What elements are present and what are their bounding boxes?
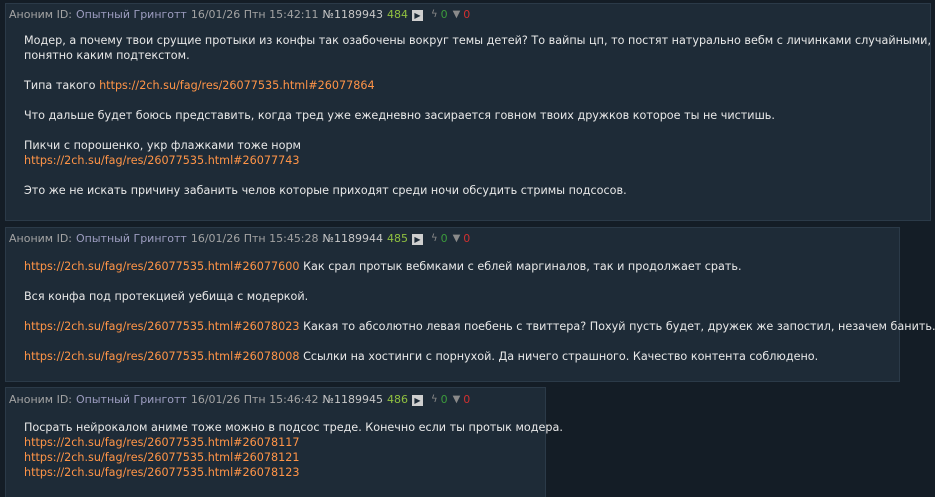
post-header: Аноним ID: Опытный Гринготт 16/01/26 Птн… (6, 232, 470, 246)
post-number[interactable]: №1189943 (323, 8, 383, 22)
lightning-icon[interactable]: ϟ (431, 8, 438, 22)
reply-count: 485 (386, 232, 408, 245)
play-icon[interactable]: ▶ (411, 9, 423, 21)
thumbs-down-icon[interactable]: ▼ (453, 8, 461, 22)
author-label: Аноним ID: (9, 393, 73, 406)
post-link[interactable]: https://2ch.su/fag/res/26077535.html#260… (24, 320, 300, 333)
post-text: понятно каким подтекстом. (24, 49, 190, 62)
post-number[interactable]: №1189945 (323, 393, 383, 407)
post-number[interactable]: №1189944 (323, 232, 383, 246)
post-body: Посрать нейрокалом аниме тоже можно в по… (24, 420, 563, 480)
post-link[interactable]: https://2ch.su/fag/res/26077535.html#260… (99, 79, 375, 92)
post-1189944: Аноним ID: Опытный Гринготт 16/01/26 Птн… (5, 227, 935, 382)
post-text: Типа такого (24, 79, 96, 92)
thumbs-down-icon[interactable]: ▼ (453, 232, 461, 246)
post-text: Пикчи с порошенко, укр флажками тоже нор… (24, 139, 301, 152)
post-link[interactable]: https://2ch.su/fag/res/26077535.html#260… (24, 260, 300, 273)
post-text-line: https://2ch.su/fag/res/26077535.html#260… (24, 319, 935, 334)
post-body: Модер, а почему твои срущие протыки из к… (24, 33, 935, 198)
post-text: Посрать нейрокалом аниме тоже можно в по… (24, 421, 563, 434)
like-count: 0 (440, 232, 448, 245)
post-text-line: Типа такого https://2ch.su/fag/res/26077… (24, 78, 935, 93)
post-link[interactable]: https://2ch.su/fag/res/26077535.html#260… (24, 450, 563, 465)
post-date: 16/01/26 Птн 15:45:28 (190, 232, 319, 245)
post-text: Вся конфа под протекцией уебища с модерк… (24, 290, 309, 303)
post-header: Аноним ID: Опытный Гринготт 16/01/26 Птн… (6, 8, 470, 22)
lightning-icon[interactable]: ϟ (431, 232, 438, 246)
post-text-line: https://2ch.su/fag/res/26077535.html#260… (24, 349, 935, 364)
post-link[interactable]: https://2ch.su/fag/res/26077535.html#260… (24, 465, 563, 480)
dislike-count: 0 (463, 8, 471, 21)
post-1189945: Аноним ID: Опытный Гринготт 16/01/26 Птн… (5, 387, 563, 497)
post-text: Это же не искать причину забанить челов … (24, 184, 627, 197)
author-label: Аноним ID: (9, 232, 73, 245)
post-link[interactable]: https://2ch.su/fag/res/26077535.html#260… (24, 350, 300, 363)
like-count: 0 (440, 393, 448, 406)
author-label: Аноним ID: (9, 8, 73, 21)
author-name[interactable]: Опытный Гринготт (76, 232, 187, 246)
post-body: https://2ch.su/fag/res/26077535.html#260… (24, 259, 935, 364)
post-text: Модер, а почему твои срущие протыки из к… (24, 34, 935, 47)
thumbs-down-icon[interactable]: ▼ (453, 393, 461, 407)
dislike-count: 0 (463, 393, 471, 406)
post-text: Что дальше будет боюсь представить, когд… (24, 109, 775, 122)
post-text: Какая то абсолютно левая поебень с твитт… (303, 320, 935, 333)
like-count: 0 (440, 8, 448, 21)
post-date: 16/01/26 Птн 15:46:42 (190, 393, 319, 406)
post-text: Ссылки на хостинги с порнухой. Да ничего… (303, 350, 819, 363)
post-header: Аноним ID: Опытный Гринготт 16/01/26 Птн… (6, 393, 470, 407)
post-1189943: Аноним ID: Опытный Гринготт 16/01/26 Птн… (5, 3, 935, 221)
post-link[interactable]: https://2ch.su/fag/res/26077535.html#260… (24, 153, 935, 168)
reply-count: 486 (386, 393, 408, 406)
play-icon[interactable]: ▶ (411, 233, 423, 245)
lightning-icon[interactable]: ϟ (431, 393, 438, 407)
post-date: 16/01/26 Птн 15:42:11 (190, 8, 319, 21)
dislike-count: 0 (463, 232, 471, 245)
play-icon[interactable]: ▶ (411, 394, 423, 406)
post-text: Как срал протык вебмками с еблей маргина… (303, 260, 742, 273)
post-link[interactable]: https://2ch.su/fag/res/26077535.html#260… (24, 435, 563, 450)
author-name[interactable]: Опытный Гринготт (76, 393, 187, 407)
author-name[interactable]: Опытный Гринготт (76, 8, 187, 22)
post-text-line: https://2ch.su/fag/res/26077535.html#260… (24, 259, 935, 274)
reply-count: 484 (386, 8, 408, 21)
